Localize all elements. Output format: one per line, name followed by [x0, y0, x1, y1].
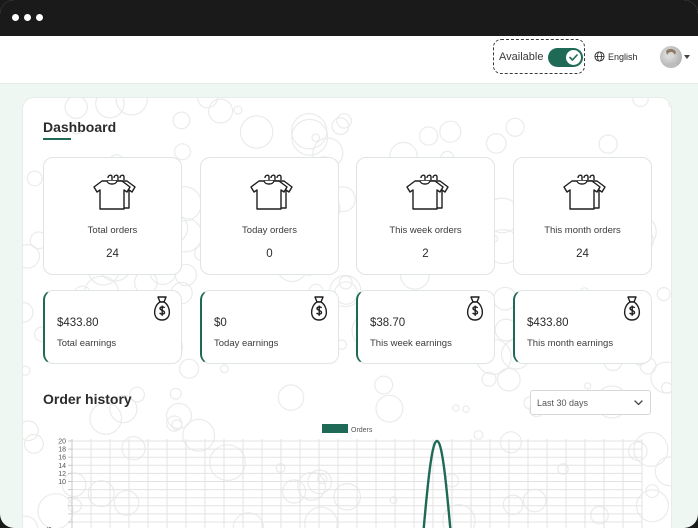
bubble-decoration: [208, 98, 234, 124]
earnings-amount: $0: [214, 317, 227, 329]
availability-toggle[interactable]: [548, 48, 583, 67]
language-label: English: [608, 52, 638, 62]
stat-value: 24: [576, 248, 589, 260]
bubble-decoration: [485, 133, 507, 154]
earnings-label: This month earnings: [527, 338, 614, 349]
earnings-card-today: $0 Today earnings: [200, 290, 339, 364]
stat-card-month-orders: This month orders 24: [513, 157, 652, 275]
title-underline: [43, 138, 71, 140]
money-bag-icon: [153, 296, 171, 321]
stat-value: 2: [422, 248, 429, 260]
bubble-decoration: [656, 287, 671, 302]
bubble-decoration: [451, 404, 460, 412]
money-bag-icon: [310, 296, 328, 321]
earnings-label: This week earnings: [370, 338, 452, 349]
y-tick-label: 16: [58, 455, 66, 462]
bubble-decoration: [197, 98, 218, 109]
window-dot-icon: [12, 14, 19, 21]
stat-value: 24: [106, 248, 119, 260]
earnings-amount: $433.80: [527, 317, 569, 329]
money-bag-icon: [623, 296, 641, 321]
bubble-decoration: [462, 405, 470, 414]
avatar[interactable]: [660, 46, 682, 68]
bubble-decoration: [277, 384, 305, 411]
legend: Orders: [322, 424, 373, 434]
bubble-decoration: [632, 98, 649, 108]
order-history-title: Order history: [43, 391, 132, 407]
clothes-icon: [93, 174, 136, 210]
bubble-decoration: [26, 170, 43, 187]
bubble-decoration: [172, 111, 191, 130]
y-tick-label: 12: [58, 471, 66, 478]
legend-swatch: [322, 424, 348, 433]
bubble-decoration: [23, 365, 31, 376]
stat-label: Today orders: [242, 225, 297, 236]
bubble-decoration: [219, 364, 229, 374]
window-dot-icon: [24, 14, 31, 21]
earnings-amount: $433.80: [57, 317, 99, 329]
bubble-decoration: [584, 382, 592, 390]
stat-label: Total orders: [87, 225, 138, 236]
date-range-value: Last 30 days: [537, 398, 589, 408]
bubble-decoration: [505, 117, 525, 137]
window-dot-icon: [36, 14, 43, 21]
bubble-decoration: [169, 387, 182, 400]
clothes-icon: [250, 174, 293, 210]
availability-control[interactable]: Available: [493, 39, 585, 74]
top-bar: Available English: [0, 36, 698, 84]
stat-card-today-orders: Today orders 0: [200, 157, 339, 275]
page-title: Dashboard: [43, 119, 117, 135]
bubble-decoration: [439, 120, 462, 143]
stat-label: This month orders: [544, 225, 621, 236]
toggle-knob: [566, 50, 581, 65]
bubble-decoration: [233, 105, 243, 115]
bubble-decoration: [598, 134, 618, 154]
dashboard-panel: Dashboard Total orders 24 Today orders 0…: [22, 97, 672, 528]
stat-card-week-orders: This week orders 2: [356, 157, 495, 275]
clothes-icon: [563, 174, 606, 210]
earnings-card-month: $433.80 This month earnings: [513, 290, 652, 364]
chevron-down-icon[interactable]: [684, 55, 690, 59]
bubble-decoration: [331, 117, 350, 136]
order-history-chart: Orders201816141210Orders: [46, 424, 643, 528]
app-window: Available English Dashboard Total orders…: [0, 0, 698, 528]
earnings-card-total: $433.80 Total earnings: [43, 290, 182, 364]
check-icon: [569, 54, 578, 61]
earnings-card-week: $38.70 This week earnings: [356, 290, 495, 364]
bubble-decoration: [179, 358, 200, 379]
y-tick-label: 10: [58, 479, 66, 486]
earnings-amount: $38.70: [370, 317, 406, 329]
bubble-decoration: [660, 382, 671, 394]
y-tick-label: 20: [58, 439, 66, 446]
bubble-decoration: [239, 115, 274, 149]
earnings-label: Today earnings: [214, 338, 279, 349]
bubble-decoration: [174, 143, 192, 161]
chevron-down-icon: [634, 400, 643, 406]
user-photo-icon: [663, 48, 679, 68]
window-titlebar: [0, 0, 698, 36]
bubble-decoration: [291, 118, 329, 156]
money-bag-icon: [466, 296, 484, 321]
y-tick-label: 14: [58, 463, 66, 470]
orders-series-line: [422, 439, 452, 528]
stat-label: This week orders: [389, 225, 462, 236]
legend-label: Orders: [351, 427, 373, 434]
stat-value: 0: [266, 248, 273, 260]
globe-icon: [594, 51, 605, 62]
stat-card-total-orders: Total orders 24: [43, 157, 182, 275]
bubble-decoration: [668, 100, 671, 108]
clothes-icon: [406, 174, 449, 210]
date-range-select[interactable]: Last 30 days: [530, 390, 651, 415]
bubble-decoration: [64, 98, 88, 119]
availability-label: Available: [499, 51, 544, 63]
bubble-decoration: [23, 301, 34, 323]
bubble-decoration: [374, 375, 394, 395]
bubble-decoration: [311, 133, 321, 143]
earnings-label: Total earnings: [57, 338, 117, 349]
y-tick-label: 18: [58, 447, 66, 454]
bubble-decoration: [418, 126, 439, 146]
bubble-decoration: [95, 98, 125, 119]
bubble-decoration: [496, 367, 521, 392]
